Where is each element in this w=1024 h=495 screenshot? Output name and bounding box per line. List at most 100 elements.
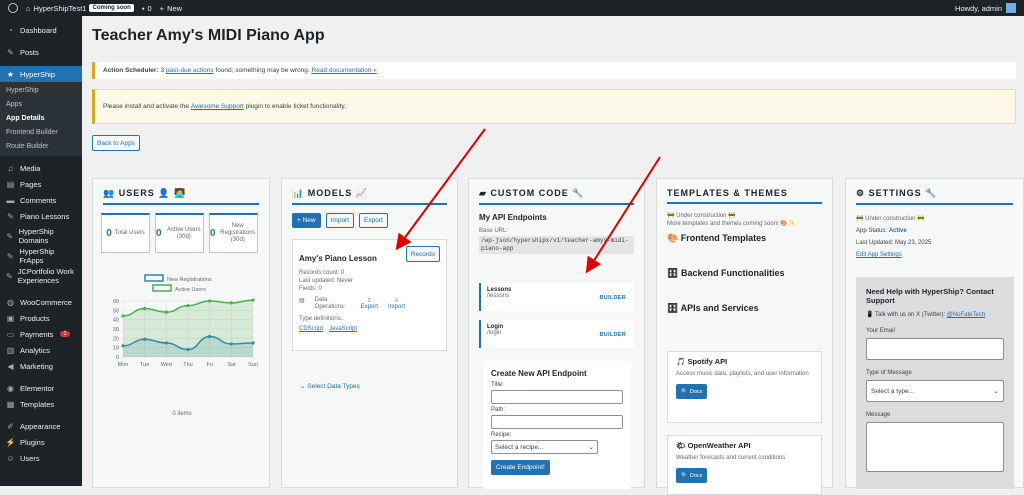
sidebar-item-hypership[interactable]: ★ HyperShip [0,66,82,82]
openweather-docs-button[interactable]: 🔍 Docs [676,468,708,483]
bar-chart-icon: 📊 [292,188,305,198]
x-handle-link[interactable]: @NoFateTech [947,312,985,318]
sidebar-item-media[interactable]: ♫ Media [0,160,82,176]
edit-app-settings-link[interactable]: Edit App Settings [856,252,902,258]
database-icon: ▤ [299,298,305,304]
x-tick-label: Thu [183,362,192,368]
stat-total-users: 0 Total Users [101,213,150,253]
brush-icon: ✐ [7,421,14,431]
sidebar-item-hypership-domains[interactable]: ✎ HyperShip Domains [0,224,82,248]
spotify-docs-button[interactable]: 🔍 Docs [676,384,708,399]
new-model-button[interactable]: + New [292,213,321,228]
endpoint-path-input[interactable] [491,415,623,429]
y-tick-label: 20 [113,336,119,342]
sidebar-item-comments[interactable]: ▬ Comments [0,192,82,208]
lessons-builder-button[interactable]: BUILDER [599,295,626,301]
data-point [121,314,125,318]
submenu-frontend-builder[interactable]: Frontend Builder [0,126,82,140]
page-title: Teacher Amy's MIDI Piano App [92,27,325,44]
message-type-select[interactable]: Select a type... ⌄ [866,380,1004,402]
pin-icon: ✎ [7,211,14,221]
sidebar-item-products[interactable]: ▣ Products [0,310,82,326]
endpoint-title-input[interactable] [491,390,623,404]
select-data-types-toggle[interactable]: ⌄ Select Data Types [300,382,360,390]
sidebar-item-payments[interactable]: ▭ Payments 1 [0,326,82,342]
data-point [164,310,168,314]
pin-icon: ✎ [7,47,14,57]
login-builder-button[interactable]: BUILDER [599,332,626,338]
x-tick-label: Sat [227,362,236,368]
sidebar-item-dashboard[interactable]: ◔ Dashboard [0,22,82,38]
support-email-input[interactable] [866,338,1004,360]
submenu-app-details[interactable]: App Details [0,112,82,126]
frontend-templates-heading: 🎨 Frontend Templates [667,233,767,243]
back-to-apps-button[interactable]: Back to Apps [92,135,140,151]
past-due-actions-link[interactable]: past-due actions [166,67,214,74]
x-tick-label: Tue [140,362,149,368]
import-data-button[interactable]: ⇩ Import [388,297,405,310]
x-tick-label: Wed [161,362,172,368]
sidebar-item-elementor[interactable]: ◉ Elementor [0,380,82,396]
sidebar-item-piano-lessons[interactable]: ✎ Piano Lessons [0,208,82,224]
coming-soon-badge: Coming soon [89,4,134,12]
sidebar-item-analytics[interactable]: ▥ Analytics [0,342,82,358]
sidebar-item-jcportfolio[interactable]: ✎ JCPortfolio Work Experiences [0,264,82,288]
javascript-link[interactable]: JavaScript [329,326,357,332]
apis-services-heading: 🗄 APIs and Services [667,303,759,313]
sidebar-item-plugins[interactable]: ⚡ Plugins [0,434,82,450]
site-name-link[interactable]: ⌂ HyperShipTest1 Coming soon [26,4,134,13]
new-content-link[interactable]: + New [160,4,182,13]
backend-functionalities-heading: 🗄 Backend Functionalities [667,268,785,278]
submenu-hypership[interactable]: HyperShip [0,84,82,98]
media-icon: ♫ [7,163,14,173]
api-card-spotify: 🎵 Spotify API Access music data, playlis… [667,351,822,423]
account-menu[interactable]: Howdy, admin [955,3,1016,13]
x-tick-label: Mon [118,362,129,368]
y-tick-label: 10 [113,346,119,352]
users-chart: New Registrations Active Users 0 10 20 30 40 50… [103,271,258,381]
export-models-button[interactable]: Export [359,213,388,228]
cdscript-link[interactable]: CDScript [299,326,323,332]
api-endpoints-heading: My API Endpoints [479,213,547,222]
comments-link[interactable]: ▪ 0 [142,4,152,13]
x-tick-label: Sun [248,362,258,368]
submenu-route-builder[interactable]: Route Builder [0,140,82,154]
users-icon: 👥 [103,188,116,198]
api-card-openweather: 🌤 OpenWeather API Weather forecasts and … [667,435,822,495]
sidebar-item-pages[interactable]: ▤ Pages [0,176,82,192]
create-endpoint-form: Create New API Endpoint Title: Path: Rec… [483,361,631,489]
submenu-apps[interactable]: Apps [0,98,82,112]
page-icon: ▤ [6,179,15,189]
export-data-button[interactable]: ⇪ Export [361,297,378,310]
sidebar-item-appearance[interactable]: ✐ Appearance [0,418,82,434]
read-documentation-link[interactable]: Read documentation » [312,67,377,74]
gear-icon: ⚙ [856,188,866,198]
app-status-badge: Active [888,228,907,234]
recipe-select[interactable]: Select a recipe... ⌄ [491,440,598,454]
user-icon: ☺ [6,453,15,463]
admin-sidebar: ◔ Dashboard ✎ Posts ★ HyperShip HyperShip A… [0,16,82,486]
sidebar-item-users[interactable]: ☺ Users [0,450,82,466]
awesome-support-link[interactable]: Awesome Support [191,103,244,110]
wordpress-icon [8,3,18,13]
sidebar-item-hypership-frapps[interactable]: ✎ HyperShip FrApps [0,247,82,265]
sidebar-item-posts[interactable]: ✎ Posts [0,44,82,60]
payment-icon: ▭ [6,329,15,339]
elementor-icon: ◉ [7,383,14,393]
wp-logo-button[interactable] [8,3,18,13]
import-models-button[interactable]: Import [325,213,355,228]
support-form: Need Help with HyperShip? Contact Suppor… [856,277,1014,489]
support-message-textarea[interactable] [866,422,1004,472]
data-point [208,299,212,303]
create-endpoint-button[interactable]: Create Endpoint! [491,460,550,475]
sidebar-item-marketing[interactable]: ◀ Marketing [0,358,82,374]
records-button[interactable]: Records [405,246,440,262]
settings-title: SETTINGS [868,188,922,198]
comment-icon: ▪ [141,3,145,13]
phone-icon: 📱 [866,312,874,318]
sidebar-item-templates[interactable]: ▦ Templates [0,396,82,412]
folder-icon: ▦ [6,399,15,409]
sidebar-item-woocommerce[interactable]: ◍ WooCommerce [0,294,82,310]
folder-icon: ▰ [479,188,487,198]
pin-icon: ✎ [6,271,13,281]
